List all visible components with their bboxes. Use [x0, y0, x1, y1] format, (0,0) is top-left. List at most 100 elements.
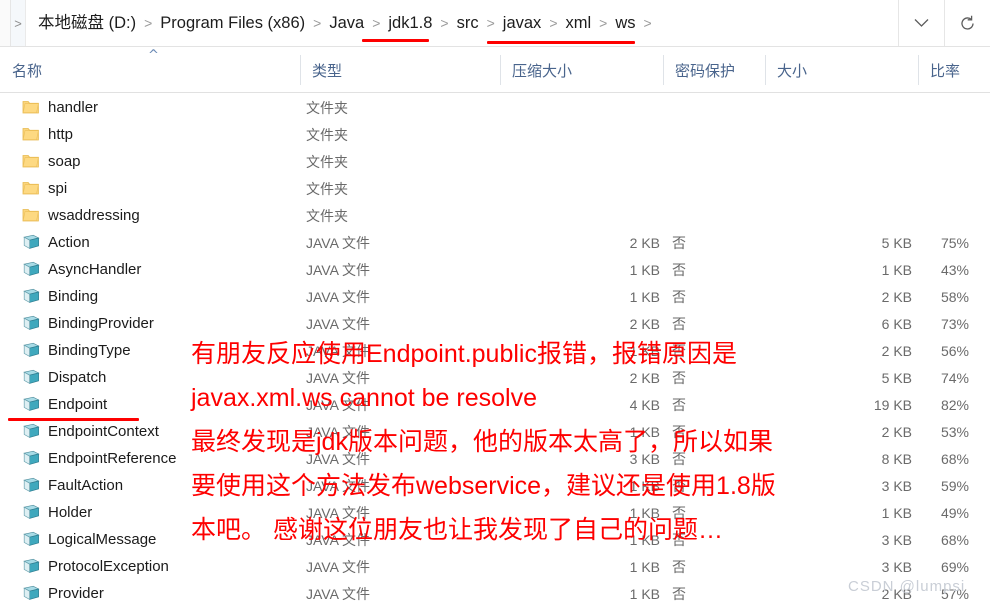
breadcrumb-item-4[interactable]: src [455, 0, 481, 46]
file-name-cell[interactable]: Holder [22, 499, 92, 526]
annotation-line-3: 要使用这个方法发布webservice，建议还是使用1.8版 [191, 472, 776, 500]
file-name-label: spi [48, 180, 68, 197]
file-csize-cell [600, 202, 660, 229]
file-row[interactable]: spi 文件夹 [0, 175, 990, 202]
column-header-csize[interactable]: 压缩大小 [500, 47, 663, 93]
file-name-cell[interactable]: Dispatch [22, 364, 106, 391]
file-name-cell[interactable]: BindingProvider [22, 310, 154, 337]
address-dropdown-button[interactable] [898, 0, 944, 46]
file-size-cell [860, 121, 912, 148]
file-size-cell: 6 KB [881, 315, 912, 332]
file-ratio-cell: 53% [940, 423, 969, 440]
file-name-cell[interactable]: Binding [22, 283, 98, 310]
file-type-cell: JAVA 文件 [306, 315, 371, 332]
column-header-size[interactable]: 大小 [765, 47, 918, 93]
file-password-cell: 否 [672, 558, 686, 575]
file-ratio-cell: 68% [940, 531, 969, 548]
file-csize-cell: 1 KB [629, 585, 660, 602]
breadcrumb-chevron-right-icon[interactable]: > [11, 0, 26, 46]
file-name-label: Binding [48, 288, 99, 305]
file-row[interactable]: handler 文件夹 [0, 94, 990, 121]
annotation-line-0: 有朋友反应使用Endpoint.public报错，报错原因是 [191, 340, 737, 368]
file-name-cell[interactable]: LogicalMessage [22, 526, 156, 553]
folder-icon [22, 99, 40, 117]
file-row[interactable]: Action JAVA 文件 2 KB 否 5 KB 75% [0, 229, 990, 256]
file-type-cell: 文件夹 [306, 99, 348, 116]
file-name-cell[interactable]: handler [22, 94, 98, 121]
file-ratio-cell: 73% [940, 315, 969, 332]
file-ratio-cell [925, 121, 969, 148]
file-size-cell: 1 KB [881, 504, 912, 521]
file-name-label: BindingType [48, 342, 131, 359]
column-header-row[interactable]: ^ 名称 类型 压缩大小 密码保护 大小 比率 [0, 47, 990, 93]
file-name-cell[interactable]: EndpointReference [22, 445, 176, 472]
file-row[interactable]: http 文件夹 [0, 121, 990, 148]
endpoint-underline [8, 418, 139, 421]
annotation-line-2: 最终发现是jdk版本问题，他的版本太高了，所以如果 [191, 428, 773, 456]
java-file-icon [22, 450, 40, 468]
file-size-cell: 5 KB [881, 234, 912, 251]
breadcrumb-item-5[interactable]: javax [501, 0, 544, 46]
file-name-cell[interactable]: ProtocolException [22, 553, 169, 580]
file-name-cell[interactable]: FaultAction [22, 472, 123, 499]
java-file-icon [22, 423, 40, 441]
file-row[interactable]: wsaddressing 文件夹 [0, 202, 990, 229]
file-name-cell[interactable]: Endpoint [22, 391, 107, 418]
file-name-cell[interactable]: Provider [22, 580, 104, 607]
file-size-cell: 8 KB [881, 450, 912, 467]
file-row[interactable]: BindingProvider JAVA 文件 2 KB 否 6 KB 73% [0, 310, 990, 337]
file-csize-cell [600, 175, 660, 202]
file-name-cell[interactable]: AsyncHandler [22, 256, 141, 283]
address-bar[interactable]: > 本地磁盘 (D:) > Program Files (x86) > Java… [0, 0, 990, 47]
file-name-cell[interactable]: spi [22, 175, 67, 202]
file-row[interactable]: Provider JAVA 文件 1 KB 否 2 KB 57% [0, 580, 990, 607]
file-ratio-cell: 74% [940, 369, 969, 386]
java-file-icon [22, 261, 40, 279]
folder-icon [22, 207, 40, 225]
annotation-line-1: javax.xml.ws cannot be resolve [191, 384, 537, 412]
file-ratio-cell: 43% [940, 261, 969, 278]
breadcrumb-item-6[interactable]: xml [564, 0, 594, 46]
refresh-icon [959, 15, 976, 32]
column-header-name[interactable]: 名称 [0, 47, 300, 93]
chevron-right-icon-7: > [643, 15, 652, 31]
file-size-cell: 3 KB [881, 477, 912, 494]
breadcrumb-item-2[interactable]: Java [327, 0, 366, 46]
file-name-cell[interactable]: BindingType [22, 337, 131, 364]
file-size-cell [860, 202, 912, 229]
breadcrumb-item-1[interactable]: Program Files (x86) [158, 0, 307, 46]
file-ratio-cell: 49% [940, 504, 969, 521]
file-name-cell[interactable]: Action [22, 229, 90, 256]
file-size-cell: 3 KB [881, 531, 912, 548]
file-ratio-cell: 58% [940, 288, 969, 305]
file-row[interactable]: Binding JAVA 文件 1 KB 否 2 KB 58% [0, 283, 990, 310]
file-type-cell: JAVA 文件 [306, 234, 371, 251]
breadcrumb[interactable]: 本地磁盘 (D:) > Program Files (x86) > Java >… [26, 0, 898, 46]
java-file-icon [22, 396, 40, 414]
file-ratio-cell: 69% [940, 558, 969, 575]
breadcrumb-item-0[interactable]: 本地磁盘 (D:) [36, 0, 138, 46]
file-name-cell[interactable]: soap [22, 148, 81, 175]
java-file-icon [22, 531, 40, 549]
file-name-cell[interactable]: wsaddressing [22, 202, 140, 229]
file-name-cell[interactable]: EndpointContext [22, 418, 159, 445]
file-csize-cell: 4 KB [629, 396, 660, 413]
file-row[interactable]: AsyncHandler JAVA 文件 1 KB 否 1 KB 43% [0, 256, 990, 283]
file-name-cell[interactable]: http [22, 121, 73, 148]
file-type-cell: JAVA 文件 [306, 558, 371, 575]
java-file-icon [22, 504, 40, 522]
file-size-cell [860, 175, 912, 202]
breadcrumb-overflow-stub[interactable] [0, 0, 11, 46]
file-ratio-cell [925, 94, 969, 121]
java-file-icon [22, 342, 40, 360]
chevron-down-icon [914, 18, 929, 28]
file-row[interactable]: ProtocolException JAVA 文件 1 KB 否 3 KB 69% [0, 553, 990, 580]
column-header-ratio[interactable]: 比率 [918, 47, 990, 93]
file-name-label: AsyncHandler [48, 261, 142, 278]
refresh-button[interactable] [944, 0, 990, 46]
column-header-type[interactable]: 类型 [300, 47, 500, 93]
breadcrumb-item-7[interactable]: ws [613, 0, 637, 46]
column-header-password[interactable]: 密码保护 [663, 47, 765, 93]
file-name-label: Dispatch [48, 369, 107, 386]
file-row[interactable]: soap 文件夹 [0, 148, 990, 175]
